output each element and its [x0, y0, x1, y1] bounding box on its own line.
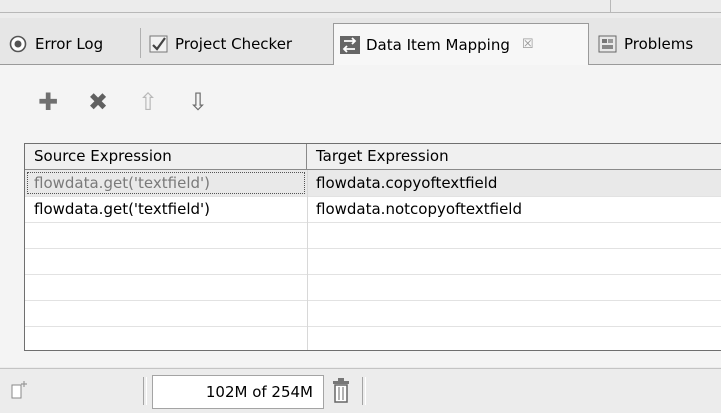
tab-label: Project Checker	[175, 35, 293, 53]
status-separator	[143, 377, 147, 405]
target-cell[interactable]: flowdata.copyoftextfield	[307, 170, 721, 196]
heap-status[interactable]: 102M of 254M	[152, 375, 324, 409]
tab-project-checker[interactable]: Project Checker	[148, 24, 292, 64]
empty-row	[25, 248, 721, 275]
garbage-collect-button[interactable]	[330, 377, 352, 405]
mapping-table: Source Expression Target Expression flow…	[24, 143, 721, 351]
add-icon: ✚	[37, 88, 59, 116]
tab-label: Data Item Mapping	[366, 35, 510, 54]
empty-row	[25, 222, 721, 249]
project-checker-icon	[148, 34, 170, 54]
table-row[interactable]: flowdata.get('textfield') flowdata.copyo…	[25, 170, 721, 197]
move-up-icon: ⇧	[137, 88, 159, 116]
fast-view-icon[interactable]	[10, 379, 32, 403]
target-cell[interactable]: flowdata.notcopyoftextfield	[307, 196, 721, 222]
delete-mapping-button[interactable]: ✖	[84, 88, 112, 116]
empty-row	[25, 326, 721, 350]
error-log-icon	[8, 34, 30, 54]
table-row[interactable]: flowdata.get('textfield') flowdata.notco…	[25, 196, 721, 223]
tab-label: Error Log	[35, 35, 104, 53]
delete-icon: ✖	[87, 88, 109, 116]
tab-label: Problems	[624, 35, 694, 53]
mapping-toolbar: ✚ ✖ ⇧ ⇩	[34, 87, 234, 117]
top-strip	[0, 0, 721, 18]
tab-data-item-mapping[interactable]: Data Item Mapping ☒	[333, 23, 589, 65]
heap-status-text: 102M of 254M	[205, 383, 313, 401]
empty-row	[25, 274, 721, 301]
view-tab-bar: Error Log Project Checker Data Item Mapp…	[0, 18, 721, 65]
table-header: Source Expression Target Expression	[25, 144, 721, 170]
data-item-mapping-view: ✚ ✖ ⇧ ⇩ Source Expression Target Express…	[0, 65, 721, 367]
status-bar: 102M of 254M	[0, 368, 721, 413]
column-divider	[307, 170, 308, 350]
close-tab-icon[interactable]: ☒	[522, 37, 534, 52]
move-down-icon: ⇩	[187, 88, 209, 116]
trash-icon	[333, 378, 349, 403]
move-down-button[interactable]: ⇩	[184, 88, 212, 116]
tab-problems[interactable]: Problems	[597, 24, 693, 64]
data-item-mapping-icon	[339, 35, 361, 55]
empty-row	[25, 300, 721, 327]
problems-icon	[597, 34, 619, 54]
add-mapping-button[interactable]: ✚	[34, 88, 62, 116]
move-up-button[interactable]: ⇧	[134, 88, 162, 116]
tab-error-log[interactable]: Error Log	[8, 24, 103, 64]
source-cell[interactable]: flowdata.get('textfield')	[25, 196, 307, 222]
column-header-target[interactable]: Target Expression	[307, 144, 721, 169]
column-header-source[interactable]: Source Expression	[25, 144, 307, 169]
source-cell[interactable]: flowdata.get('textfield')	[25, 170, 307, 196]
status-separator	[362, 377, 366, 405]
